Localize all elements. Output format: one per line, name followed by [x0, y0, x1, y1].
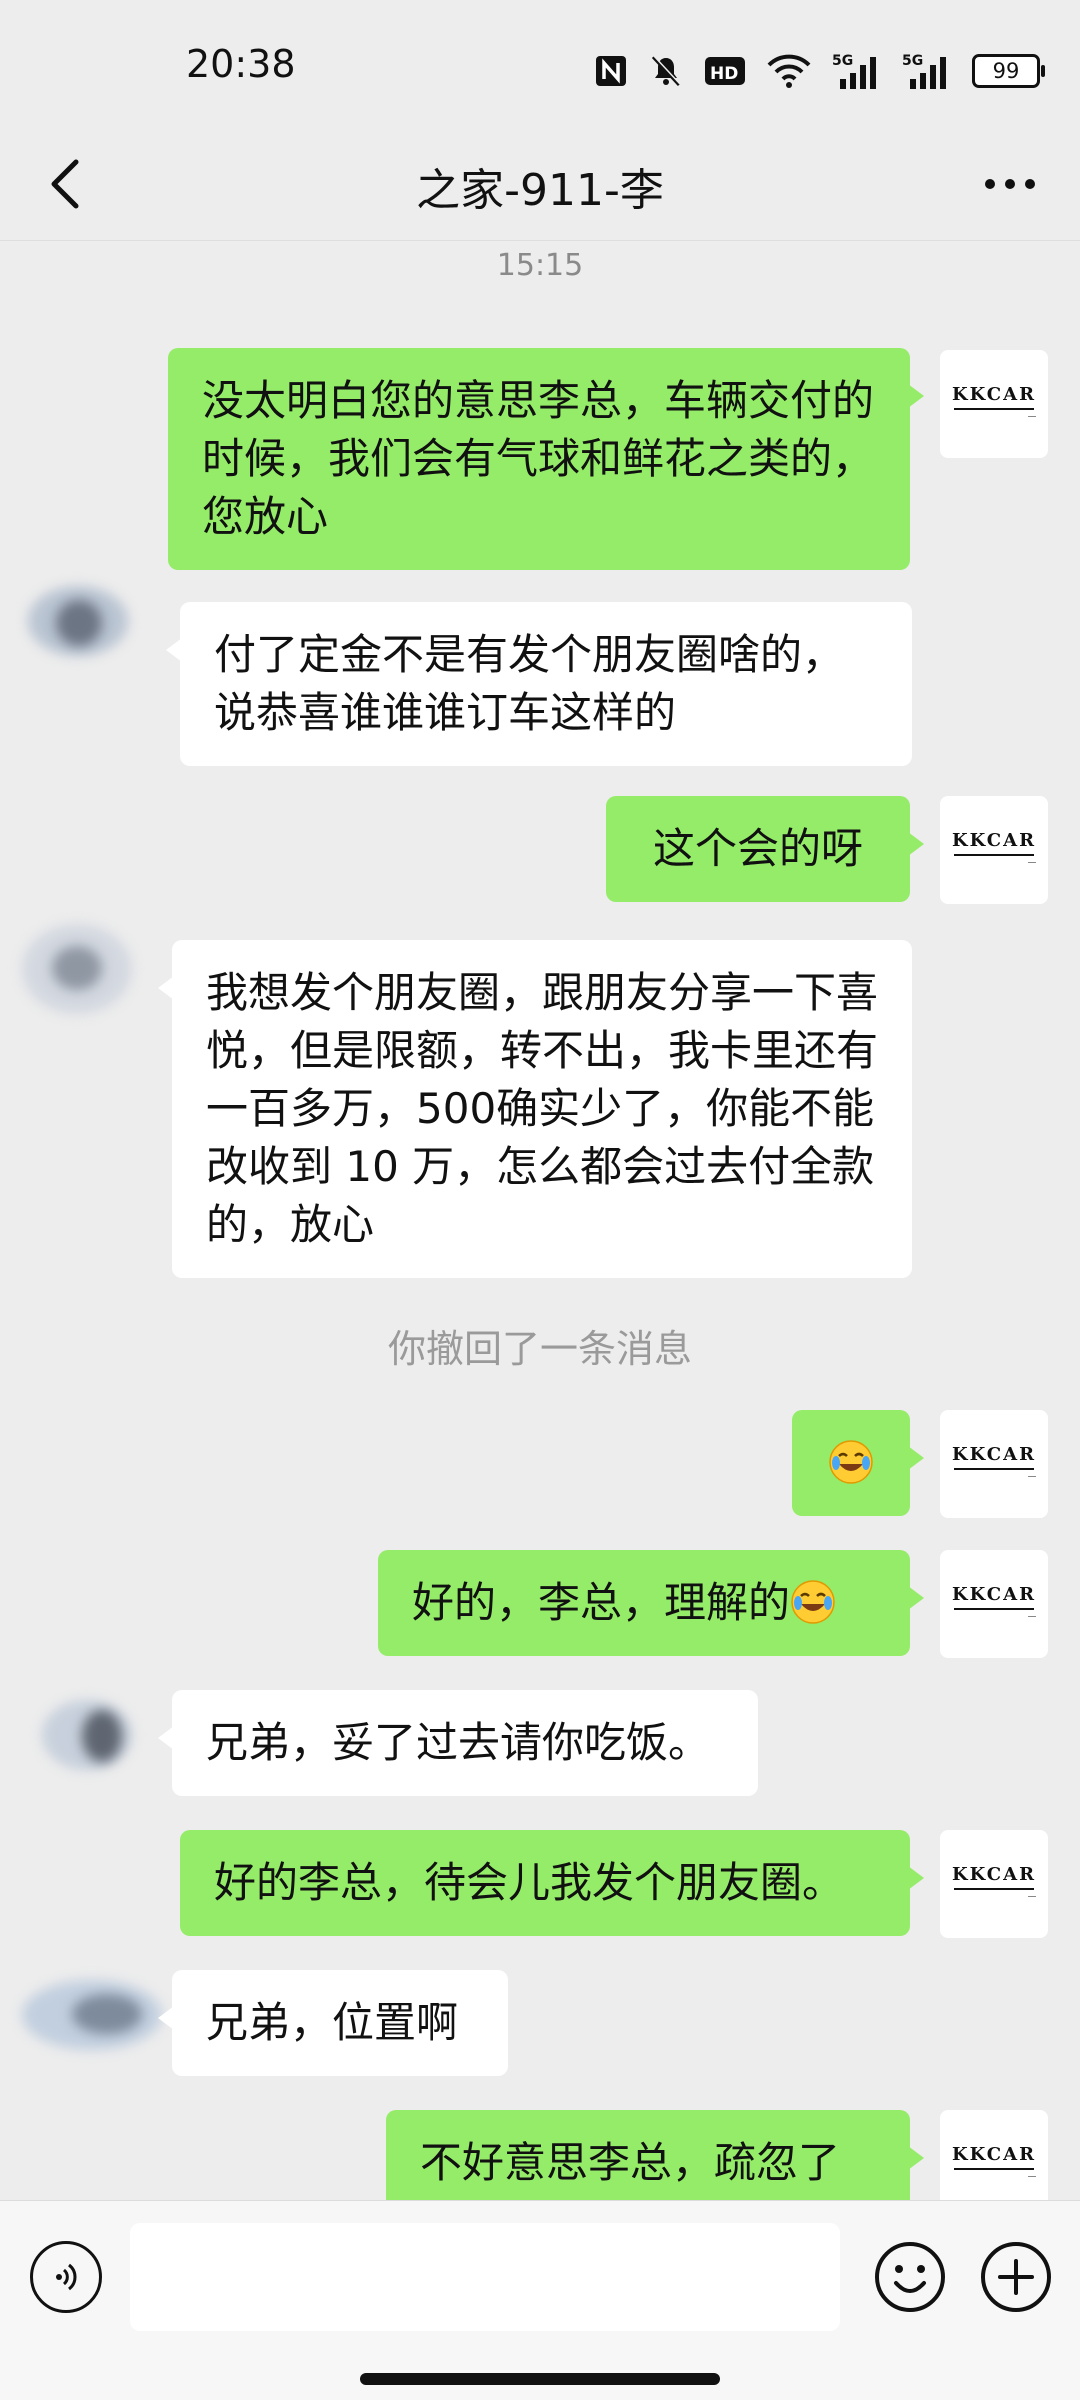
avatar-logo-mark — [1028, 416, 1036, 421]
message-bubble-outgoing[interactable]: 好的李总，待会儿我发个朋友圈。 — [180, 1830, 924, 1936]
avatar-logo-mark — [1028, 862, 1036, 867]
message-list[interactable]: 15:15 没太明白您的意思李总，车辆交付的时候，我们会有气球和鲜花之类的，您放… — [0, 240, 1080, 2218]
emoji-button[interactable] — [870, 2237, 950, 2317]
avatar-logo-mark — [1028, 1616, 1036, 1621]
contact-avatar[interactable] — [22, 916, 132, 1024]
self-avatar[interactable]: KKCAR — [940, 1410, 1048, 1518]
message-bubble-incoming[interactable]: 兄弟，位置啊 — [158, 1970, 508, 2076]
signal-1-label: 5G — [832, 53, 853, 69]
self-avatar[interactable]: KKCAR — [940, 1830, 1048, 1938]
avatar-logo-text: KKCAR — [951, 830, 1037, 851]
avatar-logo-text: KKCAR — [951, 2144, 1037, 2165]
avatar-blur — [82, 1710, 122, 1762]
message-bubble-outgoing[interactable]: 这个会的呀 — [606, 796, 924, 902]
avatar-logo-text: KKCAR — [951, 1864, 1037, 1885]
contact-avatar[interactable] — [22, 570, 130, 678]
mute-icon — [648, 50, 684, 92]
hd-label: HD — [710, 64, 738, 84]
system-notice: 你撤回了一条消息 — [387, 1327, 692, 1371]
plus-icon — [981, 2242, 1051, 2312]
status-icons: HD 5G 5G 99 — [594, 50, 1045, 92]
avatar-logo-underline — [954, 408, 1034, 410]
chat-title: 之家-911-李 — [416, 165, 664, 216]
message-text: 好的，李总，理解的 — [412, 1578, 791, 1627]
message-bubble-incoming[interactable]: 兄弟，妥了过去请你吃饭。 — [158, 1690, 758, 1796]
status-time: 20:38 — [186, 42, 296, 86]
avatar-logo-underline — [954, 2168, 1034, 2170]
status-bar: 20:38 HD 5G 5G 99 — [0, 0, 1080, 140]
message-bubble-incoming[interactable]: 我想发个朋友圈，跟朋友分享一下喜悦，但是限额，转不出，我卡里还有一百多万，500… — [158, 940, 912, 1278]
message-bubble-incoming[interactable]: 付了定金不是有发个朋友圈啥的，说恭喜谁谁谁订车这样的 — [166, 602, 912, 766]
avatar-logo-text: KKCAR — [951, 1584, 1037, 1605]
timestamp: 15:15 — [496, 248, 584, 283]
avatar-logo-mark — [1028, 1896, 1036, 1901]
5g-signal-icon: 5G — [832, 50, 882, 92]
message-bubble-outgoing[interactable]: 没太明白您的意思李总，车辆交付的时候，我们会有气球和鲜花之类的，您放心 — [168, 348, 924, 570]
self-avatar[interactable]: KKCAR — [940, 1550, 1048, 1658]
avatar-logo-mark — [1028, 1476, 1036, 1481]
chat-screen: 20:38 HD 5G 5G 99 之家-911-李 15:15 没太明白您的意… — [0, 0, 1080, 2400]
chat-header: 之家-911-李 — [0, 130, 1080, 241]
contact-avatar[interactable] — [22, 1680, 132, 1788]
more-options-button[interactable] — [970, 152, 1050, 216]
avatar-logo-text: KKCAR — [951, 1444, 1037, 1465]
message-bubble-outgoing[interactable]: 好的，李总，理解的 — [378, 1550, 924, 1656]
5g-signal-icon: 5G — [902, 50, 952, 92]
voice-icon — [56, 2263, 77, 2291]
self-avatar[interactable]: KKCAR — [940, 796, 1048, 904]
laugh-cry-emoji-icon — [829, 1440, 873, 1484]
avatar-blur — [56, 600, 102, 646]
battery-indicator: 99 — [972, 54, 1045, 88]
avatar-logo-underline — [954, 854, 1034, 856]
contact-avatar[interactable] — [22, 1960, 162, 2068]
avatar-logo-underline — [954, 1888, 1034, 1890]
hd-icon: HD — [704, 50, 746, 92]
more-dots-icon — [985, 179, 1035, 189]
avatar-logo-text: KKCAR — [951, 384, 1037, 405]
input-bar — [0, 2200, 1080, 2400]
message-input[interactable] — [130, 2223, 840, 2331]
more-functions-button[interactable] — [976, 2237, 1056, 2317]
avatar-logo-mark — [1028, 2176, 1036, 2181]
avatar-blur — [72, 1994, 142, 2034]
emoji-icon — [875, 2242, 945, 2312]
avatar-logo-underline — [954, 1468, 1034, 1470]
signal-2-label: 5G — [902, 53, 923, 69]
home-indicator[interactable] — [360, 2373, 720, 2385]
avatar-blur — [52, 946, 102, 990]
self-avatar[interactable]: KKCAR — [940, 350, 1048, 458]
message-bubble-outgoing[interactable] — [792, 1410, 924, 1516]
wifi-icon — [766, 50, 812, 92]
voice-input-button[interactable] — [30, 2241, 102, 2313]
avatar-logo-underline — [954, 1608, 1034, 1610]
laugh-cry-emoji-icon — [791, 1580, 835, 1624]
nfc-icon — [594, 50, 628, 92]
